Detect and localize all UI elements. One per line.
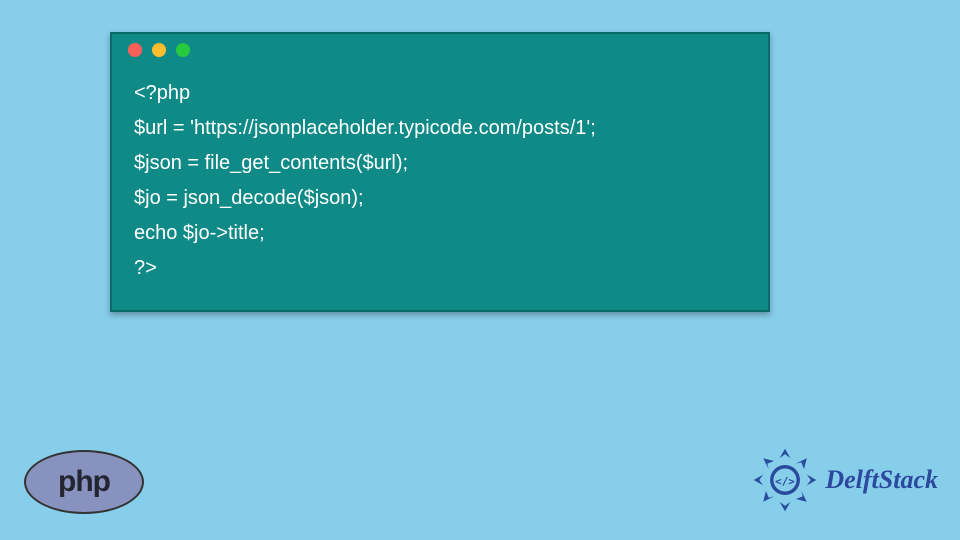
delftstack-icon: </> — [751, 446, 819, 514]
php-ellipse: php — [24, 450, 144, 514]
code-line: $url = 'https://jsonplaceholder.typicode… — [134, 111, 746, 146]
code-line: ?> — [134, 251, 746, 286]
minimize-icon — [152, 43, 166, 57]
code-line: $json = file_get_contents($url); — [134, 146, 746, 181]
delftstack-logo: </> DelftStack — [751, 446, 938, 514]
code-window: <?php $url = 'https://jsonplaceholder.ty… — [110, 32, 770, 312]
php-logo-text: php — [58, 465, 110, 499]
close-icon — [128, 43, 142, 57]
code-line: $jo = json_decode($json); — [134, 181, 746, 216]
window-titlebar — [112, 34, 768, 66]
code-body: <?php $url = 'https://jsonplaceholder.ty… — [112, 66, 768, 310]
code-line: <?php — [134, 76, 746, 111]
maximize-icon — [176, 43, 190, 57]
svg-text:</>: </> — [776, 475, 796, 488]
delftstack-text: DelftStack — [825, 465, 938, 495]
php-logo: php — [24, 450, 144, 514]
code-line: echo $jo->title; — [134, 216, 746, 251]
